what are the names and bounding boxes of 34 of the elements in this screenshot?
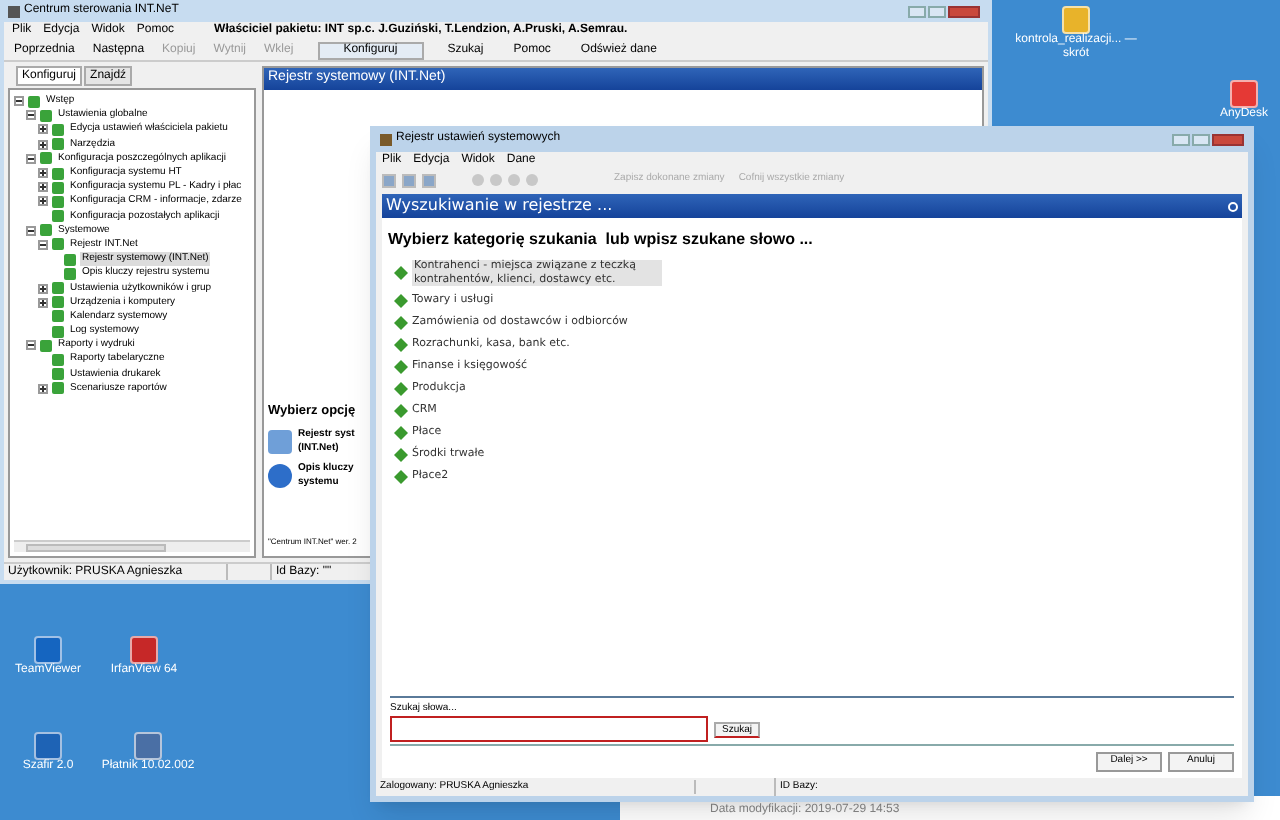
horizontal-scrollbar[interactable]	[14, 540, 250, 552]
collapse-toggle-icon[interactable]	[26, 225, 36, 236]
minimize-icon[interactable]	[908, 5, 926, 17]
expand-toggle-icon[interactable]	[38, 297, 48, 308]
expand-toggle-icon[interactable]	[38, 283, 48, 294]
collapse-toggle-icon[interactable]	[14, 96, 24, 107]
close-icon[interactable]	[948, 5, 980, 17]
shortcut-icon[interactable]	[1230, 80, 1258, 108]
maximize-icon[interactable]	[1192, 133, 1210, 145]
maximize-icon[interactable]	[928, 5, 946, 17]
expand-toggle-icon[interactable]	[38, 182, 48, 193]
header-title: Wyszukiwanie w rejestrze ...	[386, 194, 613, 218]
search-field[interactable]	[390, 716, 708, 742]
shortcut-icon[interactable]	[130, 636, 158, 664]
collapse-toggle-icon[interactable]	[26, 340, 36, 351]
close-icon[interactable]	[1212, 133, 1244, 145]
collapse-toggle-icon[interactable]	[38, 239, 48, 250]
search-icon	[1228, 201, 1238, 211]
expand-toggle-icon[interactable]	[38, 124, 48, 135]
expand-toggle-icon[interactable]	[38, 196, 48, 207]
shortcut-icon[interactable]	[34, 636, 62, 664]
expand-toggle-icon[interactable]	[38, 383, 48, 394]
app-icon	[8, 5, 20, 17]
expand-toggle-icon[interactable]	[38, 139, 48, 150]
expand-toggle-icon[interactable]	[38, 168, 48, 179]
dialog-heading: Wybierz kategorię szukania lub wpisz szukane słowo ...	[388, 228, 815, 252]
minimize-icon[interactable]	[1172, 133, 1190, 145]
app-icon	[380, 133, 392, 145]
collapse-toggle-icon[interactable]	[26, 153, 36, 164]
shortcut-icon[interactable]	[34, 732, 62, 760]
collapse-toggle-icon[interactable]	[26, 110, 36, 121]
registry-icon[interactable]	[268, 430, 292, 454]
shortcut-icon[interactable]	[134, 732, 162, 760]
info-icon[interactable]	[268, 464, 292, 488]
